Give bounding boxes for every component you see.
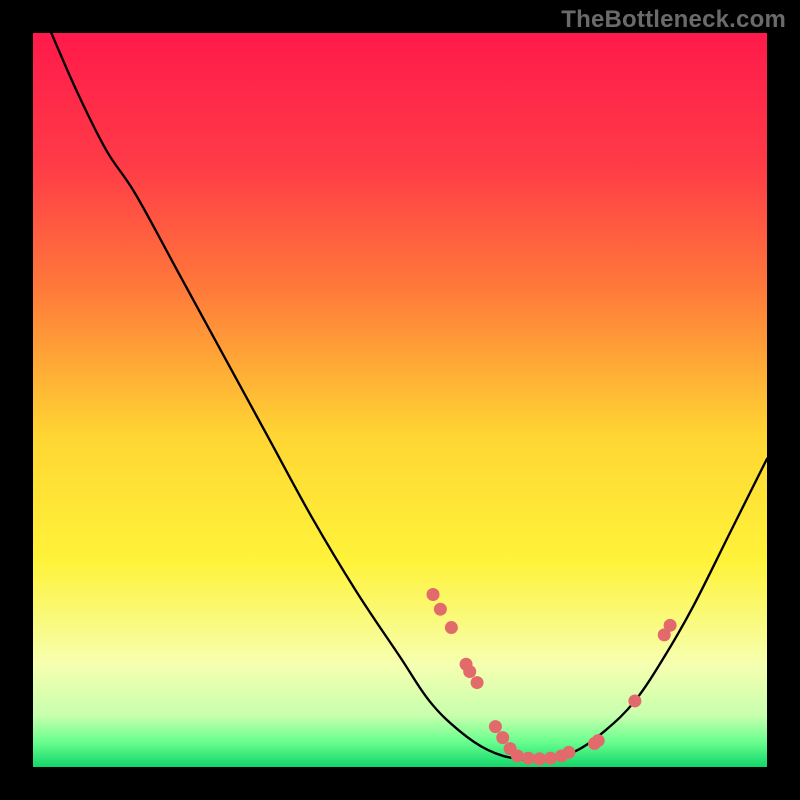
data-point xyxy=(463,665,476,678)
data-point xyxy=(522,752,535,765)
chart-root: TheBottleneck.com xyxy=(0,0,800,800)
plot-area xyxy=(33,33,767,767)
data-point xyxy=(628,694,641,707)
data-point xyxy=(664,619,677,632)
data-point xyxy=(592,734,605,747)
data-point xyxy=(434,603,447,616)
points-layer xyxy=(33,33,767,767)
data-point xyxy=(496,731,509,744)
data-point xyxy=(533,752,546,765)
data-point xyxy=(511,749,524,762)
data-point xyxy=(445,621,458,634)
data-point xyxy=(489,720,502,733)
watermark-text: TheBottleneck.com xyxy=(561,6,786,34)
data-point xyxy=(471,676,484,689)
data-point xyxy=(544,752,557,765)
data-point-group xyxy=(427,588,677,765)
data-point xyxy=(427,588,440,601)
data-point xyxy=(562,746,575,759)
